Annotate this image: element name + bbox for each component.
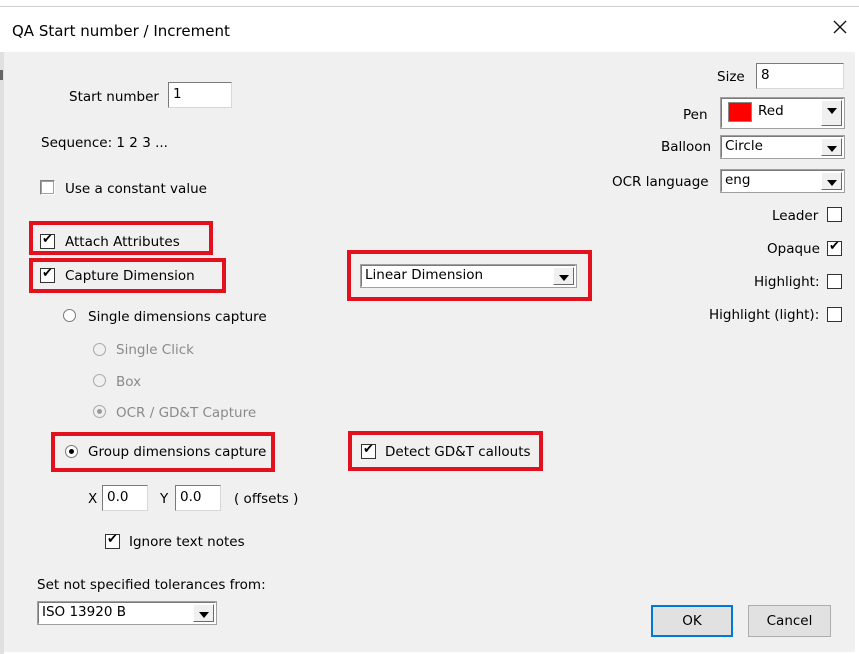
box-label: Box bbox=[116, 374, 142, 390]
start-number-value: 1 bbox=[173, 86, 182, 102]
close-button[interactable] bbox=[826, 13, 854, 41]
window-title: QA Start number / Increment bbox=[12, 22, 230, 40]
offset-x-label: X bbox=[88, 491, 98, 507]
highlight-checkbox[interactable] bbox=[827, 274, 842, 289]
ok-button-label: OK bbox=[682, 613, 702, 629]
dropdown-arrow-icon[interactable] bbox=[821, 100, 842, 126]
dropdown-arrow-icon[interactable] bbox=[821, 172, 842, 190]
highlight-label: Highlight: bbox=[754, 274, 820, 290]
ocr-gdt-capture-radio[interactable] bbox=[93, 405, 106, 418]
start-number-input[interactable]: 1 bbox=[168, 82, 232, 108]
offset-y-value: 0.0 bbox=[180, 489, 202, 505]
balloon-value: Circle bbox=[725, 138, 763, 154]
single-capture-radio[interactable] bbox=[63, 309, 76, 322]
single-capture-label: Single dimensions capture bbox=[88, 309, 267, 325]
size-input[interactable]: 8 bbox=[756, 63, 844, 89]
offset-y-input[interactable]: 0.0 bbox=[175, 485, 221, 511]
offset-x-input[interactable]: 0.0 bbox=[102, 485, 148, 511]
highlight-capture-dimension bbox=[29, 258, 226, 293]
previous-window-strip bbox=[0, 0, 859, 5]
leader-checkbox[interactable] bbox=[827, 207, 842, 222]
pen-value: Red bbox=[758, 103, 784, 119]
box-radio[interactable] bbox=[93, 374, 106, 387]
start-number-label: Start number bbox=[69, 89, 159, 105]
dropdown-arrow-icon[interactable] bbox=[193, 604, 214, 622]
window-edge-mark bbox=[0, 70, 3, 80]
pen-label: Pen bbox=[683, 107, 708, 123]
use-constant-checkbox[interactable] bbox=[40, 180, 55, 195]
size-label: Size bbox=[717, 69, 745, 85]
single-click-radio[interactable] bbox=[93, 343, 106, 356]
ocr-language-value: eng bbox=[725, 172, 751, 188]
sequence-text: Sequence: 1 2 3 ... bbox=[41, 135, 168, 151]
ocr-language-label: OCR language bbox=[612, 174, 709, 190]
dropdown-arrow-icon[interactable] bbox=[821, 138, 842, 156]
ignore-text-notes-label: Ignore text notes bbox=[129, 534, 245, 550]
ocr-gdt-capture-label: OCR / GD&T Capture bbox=[116, 405, 257, 421]
highlight-group-capture bbox=[51, 432, 275, 472]
tolerances-value: ISO 13920 B bbox=[42, 604, 126, 620]
balloon-label: Balloon bbox=[661, 139, 712, 155]
single-click-label: Single Click bbox=[116, 342, 194, 358]
highlight-detect-gdt bbox=[348, 431, 543, 471]
opaque-checkbox[interactable] bbox=[827, 239, 842, 256]
offset-x-value: 0.0 bbox=[107, 489, 129, 505]
tolerances-select[interactable]: ISO 13920 B bbox=[38, 602, 216, 624]
tolerances-label: Set not specified tolerances from: bbox=[37, 577, 266, 593]
opaque-label: Opaque bbox=[767, 241, 820, 257]
leader-label: Leader bbox=[772, 208, 819, 224]
highlight-dimension-type bbox=[347, 250, 592, 301]
offset-y-label: Y bbox=[160, 491, 169, 507]
highlight-light-checkbox[interactable] bbox=[827, 307, 842, 322]
balloon-select[interactable]: Circle bbox=[721, 136, 844, 158]
highlight-light-label: Highlight (light): bbox=[709, 307, 820, 323]
window-left-edge bbox=[0, 52, 4, 654]
highlight-attach-attributes bbox=[29, 221, 213, 255]
ocr-language-select[interactable]: eng bbox=[721, 170, 844, 192]
ok-button[interactable]: OK bbox=[651, 605, 733, 637]
offsets-suffix: ( offsets ) bbox=[234, 491, 299, 507]
pen-select[interactable]: Red bbox=[721, 98, 844, 128]
ignore-text-notes-checkbox[interactable] bbox=[105, 532, 120, 549]
close-icon bbox=[833, 20, 847, 34]
cancel-button-label: Cancel bbox=[766, 613, 813, 629]
size-value: 8 bbox=[761, 67, 770, 83]
cancel-button[interactable]: Cancel bbox=[748, 605, 831, 637]
use-constant-label: Use a constant value bbox=[65, 181, 207, 197]
pen-color-swatch bbox=[728, 102, 752, 122]
